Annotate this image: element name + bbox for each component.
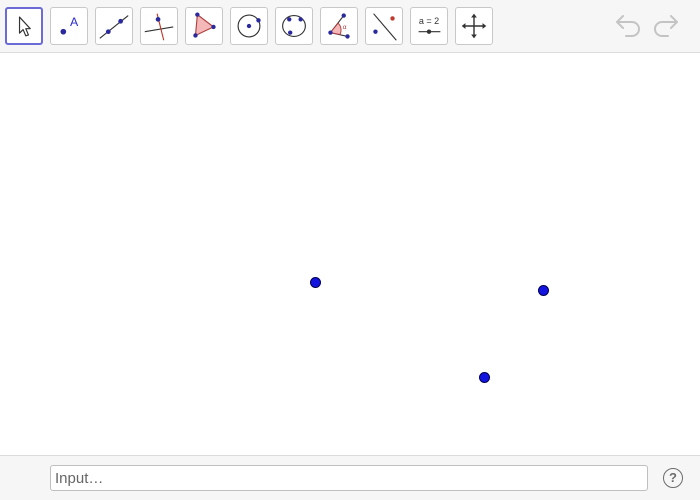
redo-icon <box>654 15 678 37</box>
help-icon: ? <box>669 470 677 485</box>
point-2[interactable] <box>538 285 549 296</box>
redo-button[interactable] <box>650 12 682 40</box>
angle-tool-button[interactable]: α <box>320 7 358 45</box>
point-icon: A <box>60 15 79 35</box>
point-3[interactable] <box>479 372 490 383</box>
toolbar: A α a = 2 <box>0 0 700 53</box>
perpendicular-line-tool-button[interactable] <box>140 7 178 45</box>
circle-through-points-icon <box>282 15 306 37</box>
line-tool-button[interactable] <box>95 7 133 45</box>
graphics-view[interactable] <box>0 54 700 455</box>
arrow-cursor-icon <box>18 16 31 37</box>
slider-icon: a = 2 <box>418 16 441 34</box>
move-graphics-view-tool-button[interactable] <box>455 7 493 45</box>
point-tool-button[interactable]: A <box>50 7 88 45</box>
undo-button[interactable] <box>612 12 644 40</box>
geogebra-app: A α a = 2 Input… ? <box>0 0 700 500</box>
point-1[interactable] <box>310 277 321 288</box>
line-through-two-points-icon <box>99 15 129 39</box>
move-arrows-icon <box>461 13 487 39</box>
perpendicular-line-icon <box>144 13 174 41</box>
input-bar: ? <box>0 455 700 500</box>
circle-tool-button[interactable] <box>230 7 268 45</box>
polygon-tool-button[interactable] <box>185 7 223 45</box>
undo-icon <box>616 15 640 37</box>
algebra-input-field[interactable] <box>50 465 648 491</box>
slider-tool-button[interactable]: a = 2 <box>410 7 448 45</box>
polygon-icon <box>193 12 216 38</box>
svg-text:α: α <box>343 24 347 31</box>
reflect-about-line-icon <box>373 13 397 41</box>
move-tool-button[interactable] <box>5 7 43 45</box>
conic-tool-button[interactable] <box>275 7 313 45</box>
reflect-tool-button[interactable] <box>365 7 403 45</box>
help-button[interactable]: ? <box>663 468 683 488</box>
circle-center-point-icon <box>237 14 261 38</box>
slider-tool-label: a = 2 <box>419 16 439 26</box>
point-tool-label: A <box>70 15 79 29</box>
angle-icon: α <box>328 13 350 39</box>
